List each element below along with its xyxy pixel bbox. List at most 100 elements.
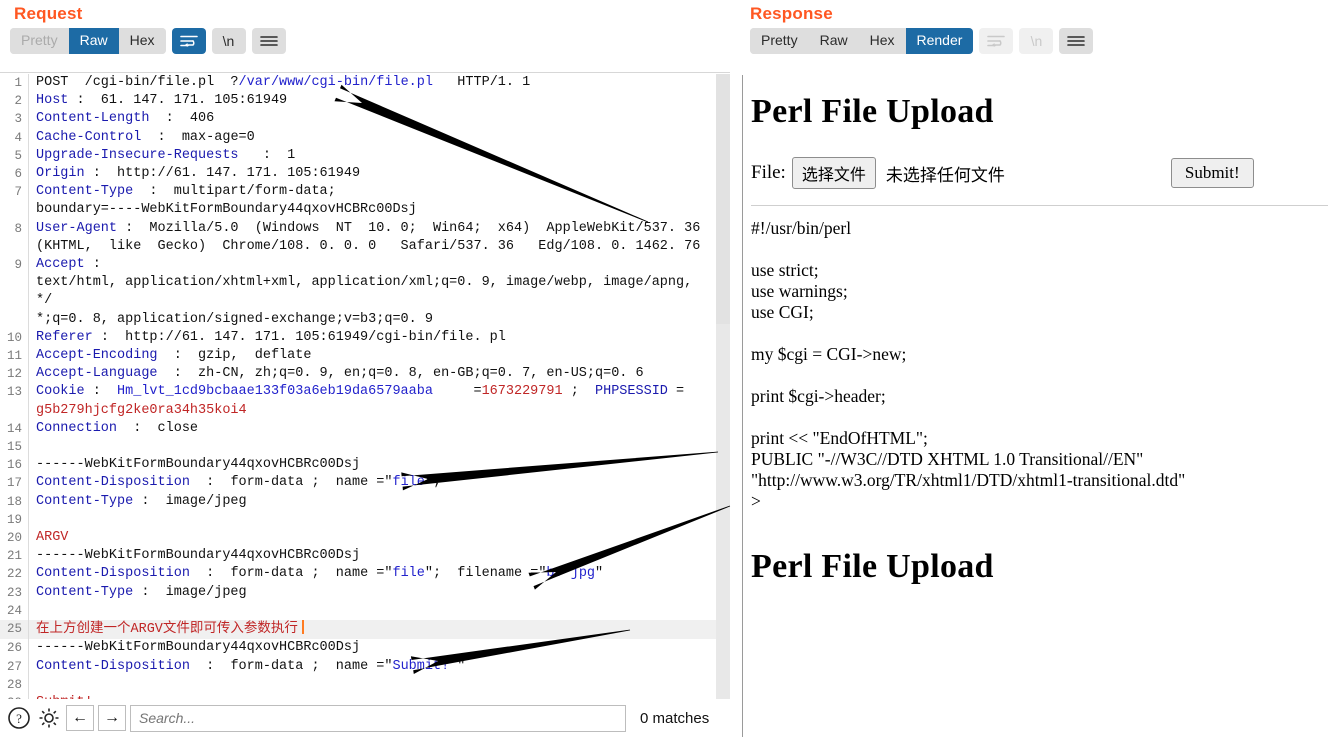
code-token: ; <box>562 384 595 400</box>
code-token: : close <box>117 420 199 436</box>
code-line-text: Cookie : Hm_lvt_1cd9bcbaae133f03a6eb19da… <box>36 383 716 419</box>
line-number: 6 <box>14 167 22 182</box>
gutter-divider <box>28 92 29 111</box>
line-number: 7 <box>14 185 22 200</box>
code-token: : text/html, application/xhtml+xml, appl… <box>36 257 693 327</box>
perl-blank-line <box>751 239 1336 260</box>
newline-label: \n <box>222 33 235 49</box>
code-token: Cookie <box>36 384 85 400</box>
code-line-text: Content-Disposition : form-data ; name =… <box>36 565 716 583</box>
gutter-divider <box>28 510 29 530</box>
line-number: 16 <box>6 458 22 473</box>
line-number: 20 <box>6 531 22 546</box>
line-number: 8 <box>14 221 22 236</box>
response-tab-hex[interactable]: Hex <box>858 28 906 54</box>
code-token: : zh-CN, zh;q=0. 9, en;q=0. 8, en-GB;q=0… <box>157 366 644 382</box>
code-token: ″ <box>449 658 466 674</box>
code-token: POST /cgi-bin/file.pl ? <box>36 75 239 90</box>
hamburger-menu-icon[interactable] <box>251 28 286 54</box>
code-line-text: Content-Disposition : form-data ; name =… <box>36 658 716 676</box>
code-token: Connection <box>36 420 118 436</box>
request-view-mode-group: Pretty Raw Hex <box>10 28 166 54</box>
code-token: : image/jpeg <box>133 493 247 509</box>
code-token: : 61. 147. 171. 105:61949 <box>68 93 288 109</box>
code-line: 27 Content-Disposition : form-data ; name… <box>0 657 716 676</box>
word-wrap-icon[interactable] <box>171 28 206 54</box>
code-token: g5b279hjcfg2ke0ra34h35koi4 <box>36 402 247 418</box>
perl-blank-line <box>751 323 1336 344</box>
code-line: 5 Upgrade-Insecure-Requests : 1 <box>0 146 716 166</box>
code-line-text: Content-Disposition : form-data ; name =… <box>36 474 716 492</box>
gutter-divider <box>28 146 29 166</box>
line-number: 11 <box>6 349 22 364</box>
search-next-button[interactable]: → <box>98 705 126 731</box>
code-token: : Mozilla/5.0 (Windows NT 10. 0; Win64; … <box>36 220 701 254</box>
code-token: : form-data ; name = <box>189 475 385 491</box>
code-token: Cache-Control <box>36 129 142 145</box>
code-line-text: ------WebKitFormBoundary44qxovHCBRc00Dsj <box>36 547 716 565</box>
code-line: 10 Referer : http://61. 147. 171. 105:619… <box>0 328 716 348</box>
question-mark-icon[interactable]: ? <box>6 705 32 731</box>
panel-splitter[interactable] <box>730 0 736 737</box>
code-line: 13 Cookie : Hm_lvt_1cd9bcbaae133f03a6eb19… <box>0 383 716 420</box>
code-token: : gzip, deflate <box>157 348 312 364</box>
code-line-text: Accept-Encoding : gzip, deflate <box>36 347 716 365</box>
search-input[interactable] <box>130 704 626 732</box>
code-token: : form-data ; name = <box>189 658 385 674</box>
code-token: : 1 <box>238 147 296 163</box>
request-search-bar: ? ← → 0 matches <box>0 699 736 737</box>
code-line: 20 ARGV <box>0 529 716 548</box>
perl-code-line: "http://www.w3.org/TR/xhtml1/DTD/xhtml1-… <box>751 470 1186 490</box>
code-line-text: Host : 61. 147. 171. 105:61949 <box>36 92 716 110</box>
response-tab-pretty[interactable]: Pretty <box>750 28 809 54</box>
request-toolbar: Pretty Raw Hex \n <box>0 24 736 60</box>
response-render-view: Perl File Upload File: 选择文件 未选择任何文件 Subm… <box>742 75 1336 737</box>
gutter-divider <box>28 620 29 640</box>
code-line: 19 <box>0 510 716 530</box>
newline-icon[interactable]: \n <box>211 28 246 54</box>
gutter-divider <box>28 456 29 475</box>
code-line: 17 Content-Disposition : form-data ; name… <box>0 474 716 493</box>
render-submit-button[interactable]: Submit! <box>1170 158 1254 188</box>
response-tab-raw[interactable]: Raw <box>808 28 859 54</box>
code-token: : http://61. 147. 171. 105:61949/cgi-bin… <box>92 329 506 345</box>
response-tab-render[interactable]: Render <box>905 28 974 54</box>
render-heading: Perl File Upload <box>751 93 994 130</box>
code-line: 23 Content-Type : image/jpeg <box>0 583 716 602</box>
request-tab-pretty[interactable]: Pretty <box>10 28 69 54</box>
code-line-text: Cache-Control : max-age=0 <box>36 129 716 147</box>
code-line: 4 Cache-Control : max-age=0 <box>0 128 716 147</box>
render-file-upload-row: File: 选择文件 未选择任何文件 Submit! <box>751 157 1336 189</box>
response-hamburger-menu-icon[interactable] <box>1059 28 1094 54</box>
code-token: Referer <box>36 329 93 345</box>
gutter-divider <box>28 128 29 147</box>
request-tab-hex[interactable]: Hex <box>118 28 166 54</box>
no-file-selected-text: 未选择任何文件 <box>885 165 1005 185</box>
request-header-divider <box>0 72 736 73</box>
gutter-divider <box>28 657 29 676</box>
code-line-text: Connection : close <box>36 420 716 438</box>
code-token: Accept-Encoding <box>36 348 158 364</box>
request-raw-editor[interactable]: 1 POST /cgi-bin/file.pl ?/var/www/cgi-bin… <box>0 74 716 699</box>
request-scrollbar[interactable] <box>716 74 730 699</box>
perl-code-line: #!/usr/bin/perl <box>751 218 852 238</box>
choose-file-button[interactable]: 选择文件 <box>791 157 876 189</box>
code-token: /var/www/cgi-bin/file.pl <box>238 75 433 90</box>
code-line: 6 Origin : http://61. 147. 171. 105:61949 <box>0 165 716 184</box>
line-number: 25 <box>6 622 22 637</box>
code-line: 14 Connection : close <box>0 419 716 439</box>
line-number: 5 <box>14 148 22 163</box>
response-newline-label: \n <box>1030 33 1043 49</box>
request-scrollbar-thumb[interactable] <box>716 74 730 324</box>
code-line: 1 POST /cgi-bin/file.pl ?/var/www/cgi-bin… <box>0 74 716 93</box>
gutter-divider <box>28 565 29 584</box>
gutter-divider <box>28 165 29 184</box>
search-prev-button[interactable]: ← <box>66 705 94 731</box>
request-tab-raw[interactable]: Raw <box>68 28 119 54</box>
gutter-divider <box>28 474 29 493</box>
code-token: Host <box>36 93 69 109</box>
line-number: 22 <box>6 567 22 582</box>
perl-code-line: use warnings; <box>751 281 848 301</box>
code-line-text: Content-Type : image/jpeg <box>36 584 716 602</box>
gear-icon[interactable] <box>36 705 62 731</box>
